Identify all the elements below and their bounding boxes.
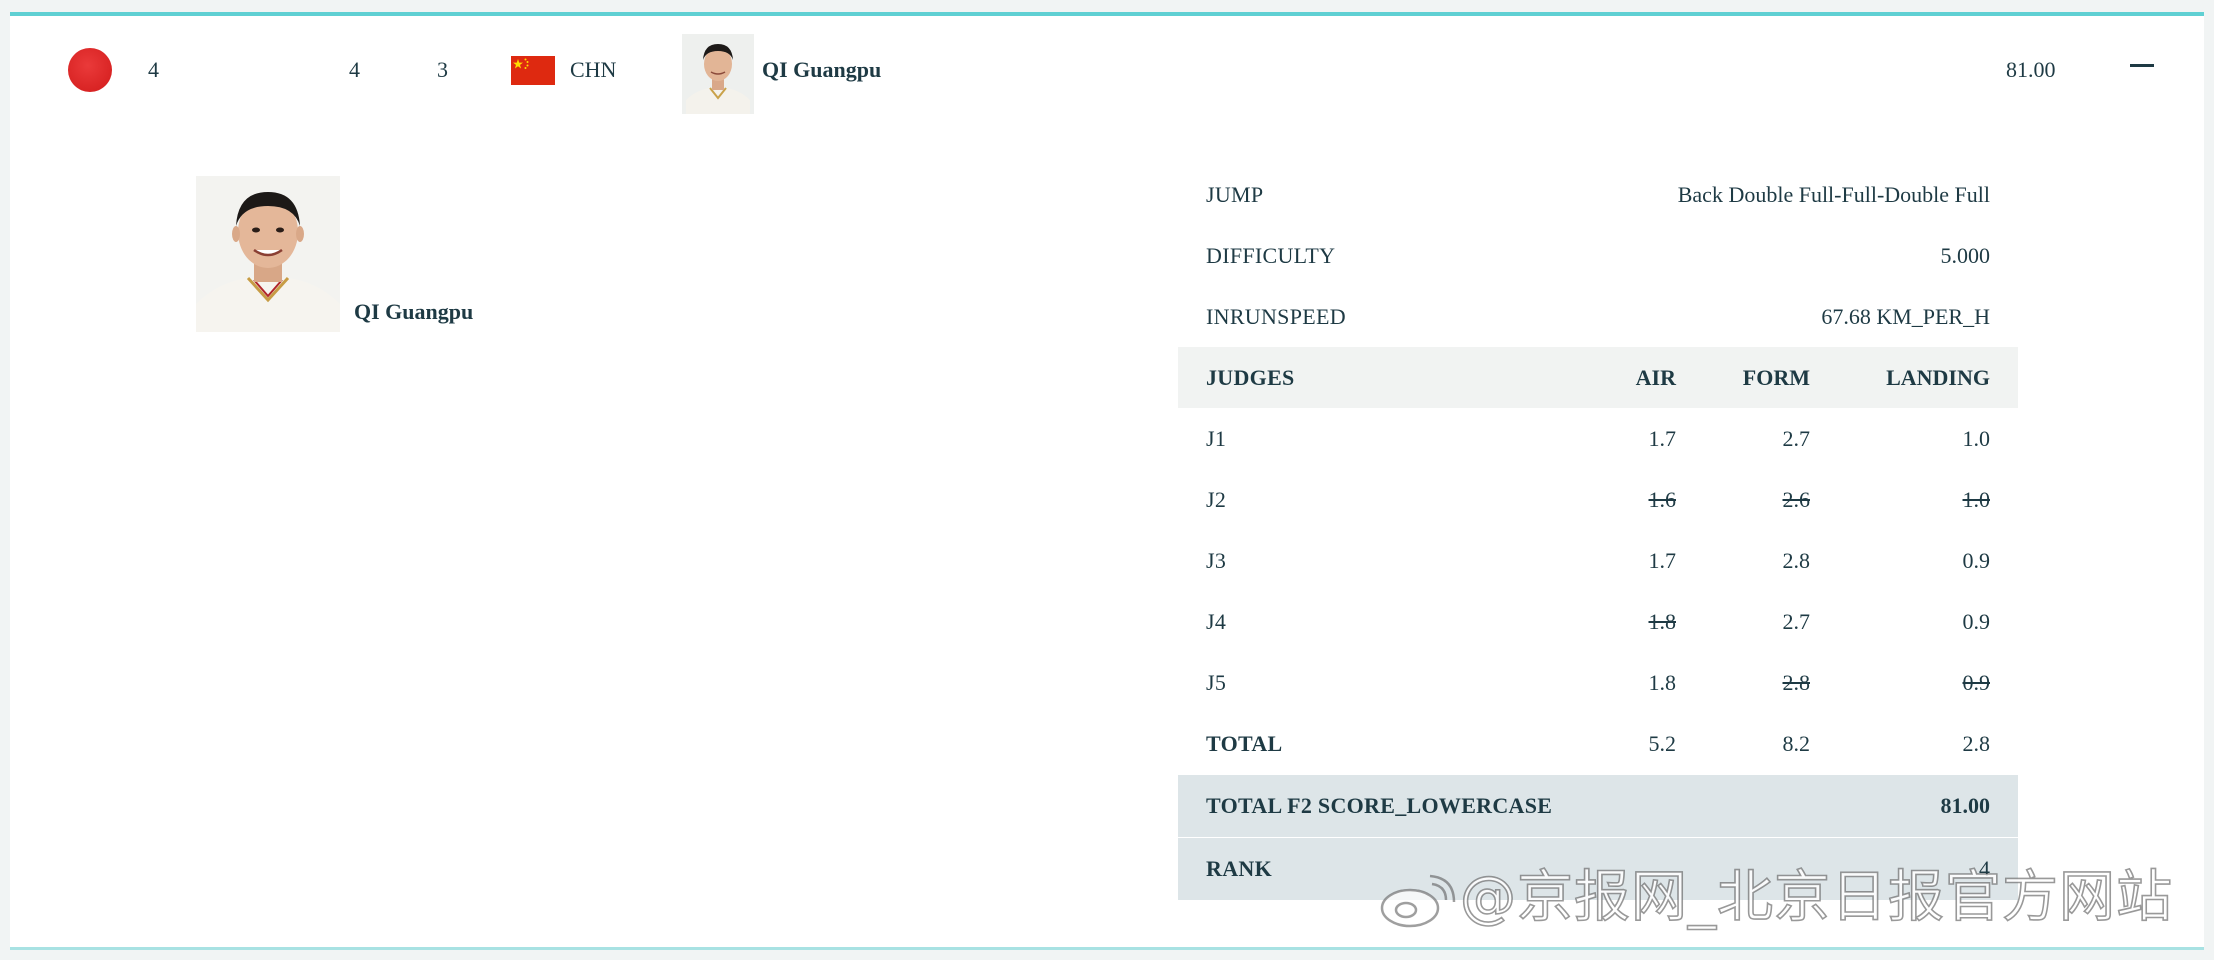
- rank-label: RANK: [1206, 856, 1272, 881]
- judge-row: J4 1.8 2.7 0.9: [1178, 591, 2018, 652]
- jump-details-table: JUMP Back Double Full-Full-Double Full D…: [1178, 164, 2018, 900]
- header-score: 81.00: [2006, 57, 2056, 82]
- judge-form-score: 2.8: [1782, 548, 1811, 573]
- judge-label: J4: [1206, 609, 1227, 634]
- judge-landing-score: 0.9: [1962, 670, 1991, 695]
- total-score-row: TOTAL F2 SCORE_LOWERCASE 81.00: [1178, 775, 2018, 837]
- judges-column-header: JUDGES: [1206, 365, 1295, 390]
- rank-indicator-dot: [68, 48, 112, 92]
- total-label: TOTAL: [1206, 731, 1283, 756]
- difficulty-value: 5.000: [1940, 243, 1991, 268]
- weibo-icon: [1380, 874, 1456, 928]
- total-air: 5.2: [1648, 731, 1677, 756]
- athlete-photo: [196, 176, 340, 332]
- judge-air-score: 1.7: [1648, 548, 1677, 573]
- judge-form-score: 2.7: [1782, 426, 1811, 451]
- total-landing: 2.8: [1962, 731, 1991, 756]
- difficulty-row: DIFFICULTY 5.000: [1178, 225, 2018, 286]
- result-row-header[interactable]: 4 4 3 CHN QI Guangpu 81.00: [10, 16, 2204, 126]
- inrunspeed-label: INRUNSPEED: [1206, 304, 1346, 329]
- bib-number: 4: [148, 57, 159, 82]
- landing-column-header: LANDING: [1886, 365, 1990, 390]
- judge-landing-score: 0.9: [1962, 609, 1991, 634]
- watermark-text: @京报网_北京日报官方网站: [1459, 865, 2173, 931]
- china-flag-icon: [511, 56, 555, 85]
- athlete-name-header: QI Guangpu: [762, 57, 882, 82]
- judge-label: J5: [1206, 670, 1227, 695]
- judge-label: J1: [1206, 426, 1227, 451]
- jump-value: Back Double Full-Full-Double Full: [1677, 182, 1990, 207]
- judge-air-score: 1.6: [1648, 487, 1677, 512]
- header-value-a: 4: [349, 57, 360, 82]
- judge-form-score: 2.6: [1782, 487, 1811, 512]
- judge-label: J3: [1206, 548, 1227, 573]
- collapse-minus-icon[interactable]: [2130, 64, 2154, 67]
- judge-form-score: 2.7: [1782, 609, 1811, 634]
- judge-form-score: 2.8: [1782, 670, 1811, 695]
- inrunspeed-row: INRUNSPEED 67.68 KM_PER_H: [1178, 286, 2018, 347]
- country-code: CHN: [570, 57, 617, 82]
- judge-label: J2: [1206, 487, 1227, 512]
- athlete-name: QI Guangpu: [354, 299, 474, 324]
- result-card: 4 4 3 CHN QI Guangpu 81.00 QI Guangpu JU…: [10, 12, 2204, 950]
- total-score-label: TOTAL F2 SCORE_LOWERCASE: [1206, 793, 1553, 818]
- judge-row: J2 1.6 2.6 1.0: [1178, 469, 2018, 530]
- total-score-value: 81.00: [1940, 793, 1991, 818]
- judges-header-row: JUDGES AIR FORM LANDING: [1178, 347, 2018, 408]
- judge-air-score: 1.7: [1648, 426, 1677, 451]
- air-column-header: AIR: [1635, 365, 1676, 390]
- judge-row: J1 1.7 2.7 1.0: [1178, 408, 2018, 469]
- total-form: 8.2: [1782, 731, 1811, 756]
- jump-label: JUMP: [1206, 182, 1264, 207]
- judge-landing-score: 1.0: [1962, 426, 1991, 451]
- total-row: TOTAL 5.2 8.2 2.8: [1178, 713, 2018, 774]
- judge-air-score: 1.8: [1648, 609, 1677, 634]
- header-value-b: 3: [437, 57, 448, 82]
- jump-row: JUMP Back Double Full-Full-Double Full: [1178, 164, 2018, 225]
- judge-row: J5 1.8 2.8 0.9: [1178, 652, 2018, 713]
- form-column-header: FORM: [1742, 365, 1810, 390]
- inrunspeed-value: 67.68 KM_PER_H: [1821, 304, 1990, 329]
- difficulty-label: DIFFICULTY: [1206, 243, 1336, 268]
- judge-row: J3 1.7 2.8 0.9: [1178, 530, 2018, 591]
- athlete-thumbnail: [682, 34, 754, 114]
- judge-landing-score: 0.9: [1962, 548, 1991, 573]
- judge-air-score: 1.8: [1648, 670, 1677, 695]
- judge-landing-score: 1.0: [1962, 487, 1991, 512]
